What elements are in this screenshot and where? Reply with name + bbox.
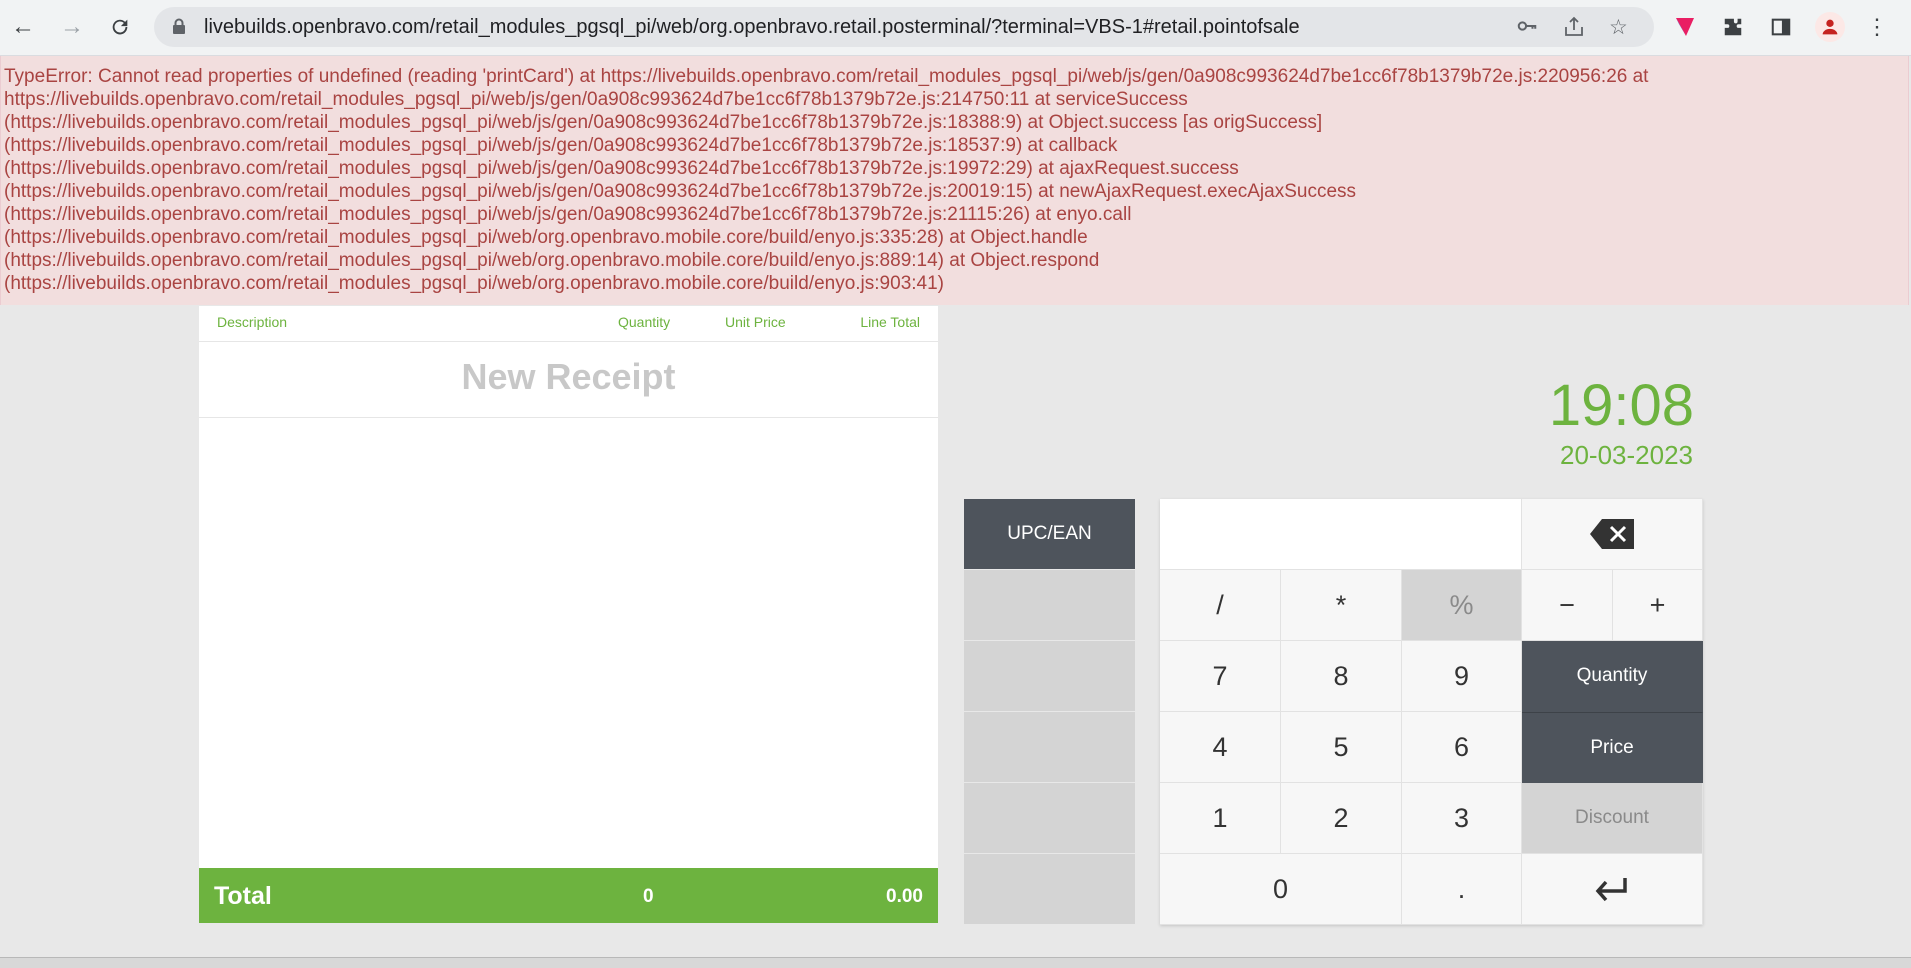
error-line: (https://livebuilds.openbravo.com/retail… xyxy=(4,158,1239,179)
key-multiply[interactable]: * xyxy=(1281,570,1402,641)
header-description: Description xyxy=(217,314,288,330)
key-icon[interactable] xyxy=(1516,15,1538,43)
title-divider xyxy=(199,417,938,418)
price-button[interactable]: Price xyxy=(1522,712,1703,783)
side-button-empty[interactable] xyxy=(964,570,1135,640)
key-percent[interactable]: % xyxy=(1402,570,1522,641)
back-icon[interactable]: ← xyxy=(6,10,40,44)
error-line: (https://livebuilds.openbravo.com/retail… xyxy=(4,135,1118,156)
quantity-button[interactable]: Quantity xyxy=(1522,641,1703,712)
receipt-panel: Description Quantity Unit Price Line Tot… xyxy=(199,306,938,923)
key-1[interactable]: 1 xyxy=(1160,783,1281,854)
bottom-edge xyxy=(0,957,1911,968)
total-bar[interactable]: Total 0 0.00 xyxy=(199,868,938,923)
key-3[interactable]: 3 xyxy=(1402,783,1522,854)
total-label: Total xyxy=(214,882,272,910)
key-divide[interactable]: / xyxy=(1160,570,1281,641)
error-line: (https://livebuilds.openbravo.com/retail… xyxy=(4,112,1323,133)
clock-time: 19:08 xyxy=(1548,373,1694,438)
error-line: https://livebuilds.openbravo.com/retail_… xyxy=(4,89,1188,110)
key-4[interactable]: 4 xyxy=(1160,712,1281,783)
header-quantity: Quantity xyxy=(618,314,671,330)
key-minus[interactable]: − xyxy=(1522,570,1613,641)
error-line: (https://livebuilds.openbravo.com/retail… xyxy=(4,227,1088,248)
key-8[interactable]: 8 xyxy=(1281,641,1402,712)
url-text: livebuilds.openbravo.com/retail_modules_… xyxy=(204,16,1300,38)
backspace-icon xyxy=(1590,519,1634,549)
total-quantity: 0 xyxy=(643,886,654,907)
error-line: TypeError: Cannot read properties of und… xyxy=(4,66,1649,87)
upc-ean-button[interactable]: UPC/EAN xyxy=(964,499,1135,569)
key-9[interactable]: 9 xyxy=(1402,641,1522,712)
total-amount: 0.00 xyxy=(886,886,923,907)
scan-mode-panel: UPC/EAN xyxy=(964,499,1135,925)
browser-toolbar: ← → livebuilds.openbravo.com/retail_modu… xyxy=(0,0,1911,56)
key-0[interactable]: 0 xyxy=(1160,854,1402,925)
puzzle-icon[interactable] xyxy=(1718,12,1748,42)
header-unit-price: Unit Price xyxy=(725,314,786,330)
enter-button[interactable] xyxy=(1522,854,1703,925)
backspace-button[interactable] xyxy=(1522,499,1703,570)
error-line: (https://livebuilds.openbravo.com/retail… xyxy=(4,250,1100,271)
error-message: TypeError: Cannot read properties of und… xyxy=(0,56,1909,305)
key-5[interactable]: 5 xyxy=(1281,712,1402,783)
key-plus[interactable]: + xyxy=(1613,570,1703,641)
key-7[interactable]: 7 xyxy=(1160,641,1281,712)
key-2[interactable]: 2 xyxy=(1281,783,1402,854)
profile-avatar-icon[interactable] xyxy=(1815,12,1845,42)
error-line: (https://livebuilds.openbravo.com/retail… xyxy=(4,181,1357,202)
error-line: (https://livebuilds.openbravo.com/retail… xyxy=(4,273,944,294)
extension-flag-icon[interactable] xyxy=(1670,12,1700,42)
side-button-empty[interactable] xyxy=(964,854,1135,924)
side-button-empty[interactable] xyxy=(964,641,1135,711)
keypad: / * % − + 7 8 9 Quantity 4 5 6 Price 1 2… xyxy=(1160,499,1703,925)
star-icon[interactable]: ☆ xyxy=(1609,15,1628,40)
receipt-title[interactable]: New Receipt xyxy=(199,356,938,398)
header-line-total: Line Total xyxy=(860,314,920,330)
forward-icon[interactable]: → xyxy=(55,10,89,44)
address-bar[interactable]: livebuilds.openbravo.com/retail_modules_… xyxy=(154,7,1654,47)
menu-kebab-icon[interactable]: ⋮ xyxy=(1862,12,1892,42)
header-divider xyxy=(199,341,938,342)
side-button-empty[interactable] xyxy=(964,783,1135,853)
discount-button[interactable]: Discount xyxy=(1522,783,1703,854)
error-line: (https://livebuilds.openbravo.com/retail… xyxy=(4,204,1132,225)
share-icon[interactable] xyxy=(1562,15,1586,45)
lock-icon xyxy=(172,18,186,39)
reload-icon[interactable] xyxy=(103,10,137,44)
side-panel-icon[interactable] xyxy=(1766,12,1796,42)
key-decimal[interactable]: . xyxy=(1402,854,1522,925)
side-button-empty[interactable] xyxy=(964,712,1135,782)
clock-date: 20-03-2023 xyxy=(1560,440,1693,470)
keypad-display[interactable] xyxy=(1160,499,1522,570)
enter-icon xyxy=(1595,878,1627,902)
key-6[interactable]: 6 xyxy=(1402,712,1522,783)
